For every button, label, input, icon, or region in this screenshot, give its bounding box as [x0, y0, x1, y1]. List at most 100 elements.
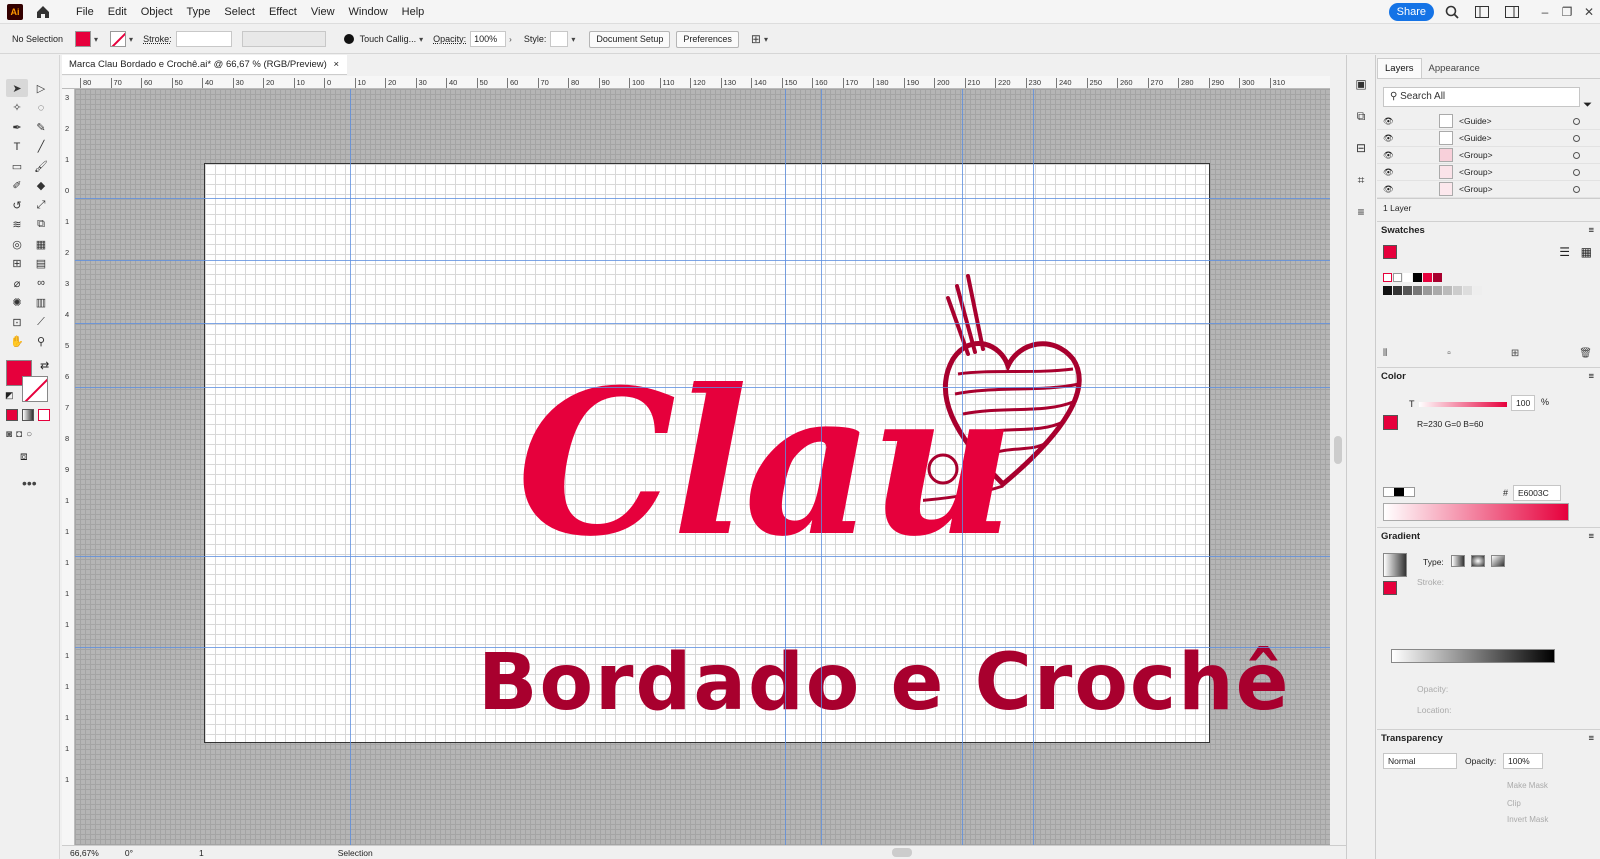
vertical-scrollbar[interactable] — [1330, 76, 1346, 845]
horizontal-scrollbar-thumb[interactable] — [892, 848, 912, 857]
menu-type[interactable]: Type — [180, 0, 218, 24]
stroke-swatch[interactable] — [22, 376, 48, 402]
transparency-panel-header[interactable]: Transparency ≡ — [1377, 729, 1600, 747]
type-tool-icon[interactable]: T — [6, 138, 28, 156]
align-icon[interactable]: ⊞ — [751, 32, 761, 46]
swatch-none[interactable] — [1383, 273, 1392, 282]
horizontal-guide[interactable] — [75, 647, 1330, 648]
scale-tool-icon[interactable]: ⤢ — [30, 196, 52, 214]
swatch-gray[interactable] — [1423, 286, 1432, 295]
eraser-tool-icon[interactable]: ◆ — [30, 177, 52, 195]
freeform-gradient-icon[interactable] — [1491, 555, 1505, 567]
restore-icon[interactable]: ❐ — [1556, 5, 1578, 19]
menu-file[interactable]: File — [69, 0, 101, 24]
gradient-fill-icon[interactable] — [1383, 581, 1397, 595]
gradient-panel-header[interactable]: Gradient ≡ — [1377, 527, 1600, 545]
tab-appearance[interactable]: Appearance — [1422, 59, 1487, 78]
vertical-guide[interactable] — [350, 89, 351, 845]
new-color-group-icon[interactable]: ▫ — [1447, 348, 1451, 359]
menu-lines-icon[interactable]: ≡ — [1352, 203, 1370, 221]
menu-select[interactable]: Select — [217, 0, 262, 24]
mesh-tool-icon[interactable]: ⊞ — [6, 255, 28, 273]
chevron-down-icon[interactable]: ▾ — [764, 35, 768, 44]
horizontal-guide[interactable] — [75, 198, 1330, 199]
menu-object[interactable]: Object — [134, 0, 180, 24]
delete-swatch-icon[interactable]: 🗑 — [1579, 348, 1592, 359]
swatch-gray[interactable] — [1473, 286, 1482, 295]
chevron-down-icon[interactable]: ▾ — [94, 35, 98, 44]
swatch-gray[interactable] — [1393, 286, 1402, 295]
linear-gradient-icon[interactable] — [1451, 555, 1465, 567]
stroke-weight-field[interactable] — [175, 31, 232, 47]
draw-behind-icon[interactable]: ◘ — [16, 429, 22, 440]
swatch-red[interactable] — [1423, 273, 1432, 282]
panel-menu-icon[interactable]: ≡ — [1588, 733, 1594, 744]
chevron-down-icon[interactable]: ▾ — [571, 35, 575, 44]
pen-tool-icon[interactable]: ✒ — [6, 118, 28, 136]
none-mode-icon[interactable] — [38, 409, 50, 421]
paintbrush-tool-icon[interactable]: 🖌 — [30, 157, 52, 175]
visibility-icon[interactable]: 👁 — [1383, 167, 1397, 178]
current-tool-status[interactable]: Selection — [336, 848, 375, 858]
shape-builder-tool-icon[interactable]: ◎ — [6, 235, 28, 253]
layer-row[interactable]: 👁 <Group> — [1377, 164, 1600, 181]
slice-tool-icon[interactable]: ⟋ — [30, 313, 52, 331]
fill-color-swatch[interactable] — [75, 31, 92, 47]
arrange-documents-icon[interactable] — [1474, 4, 1490, 20]
swatch-white[interactable] — [1403, 273, 1412, 282]
vertical-guide[interactable] — [785, 89, 786, 845]
document-setup-button[interactable]: Document Setup — [589, 30, 671, 48]
artboard-number[interactable]: 1 — [197, 848, 206, 858]
warp-tool-icon[interactable]: ≋ — [6, 216, 28, 234]
layer-row[interactable]: 👁 <Group> — [1377, 147, 1600, 164]
magic-wand-tool-icon[interactable]: ✧ — [6, 99, 28, 117]
hex-field[interactable]: E6003C — [1513, 485, 1561, 501]
gradient-slider[interactable] — [1391, 649, 1555, 663]
panel-menu-icon[interactable]: ≡ — [1588, 225, 1594, 236]
color-panel-header[interactable]: Color ≡ — [1377, 367, 1600, 385]
gradient-mode-icon[interactable] — [22, 409, 34, 421]
vertical-ruler[interactable]: 3 2 1 0 1 2 3 4 5 6 7 8 9 1 1 1 1 1 1 1 1 1 1 — [62, 89, 75, 845]
default-fill-stroke-icon[interactable]: ◩ — [5, 390, 14, 401]
chevron-down-icon[interactable]: ▾ — [129, 35, 133, 44]
horizontal-ruler[interactable]: 80 70 60 50 40 30 20 10 0 10 20 30 40 50 60 70 80 90 100 11… — [62, 76, 1330, 89]
color-spectrum[interactable] — [1383, 503, 1569, 521]
swatch-gray[interactable] — [1413, 286, 1422, 295]
swatch-registration[interactable] — [1393, 273, 1402, 282]
vertical-guide[interactable] — [821, 89, 822, 845]
artboard-tool-icon[interactable]: ⊡ — [6, 313, 28, 331]
rotation-angle[interactable]: 0° — [123, 848, 135, 858]
swatch-libraries-icon[interactable]: ⫴ — [1383, 348, 1387, 359]
draw-inside-icon[interactable]: ○ — [26, 429, 32, 440]
menu-window[interactable]: Window — [342, 0, 395, 24]
minimize-icon[interactable]: – — [1534, 5, 1556, 19]
opacity-label[interactable]: Opacity: — [433, 34, 466, 44]
swatch-gray[interactable] — [1463, 286, 1472, 295]
vertical-guide[interactable] — [1033, 89, 1034, 845]
none-black-white-swatches[interactable] — [1383, 487, 1415, 497]
tint-value-field[interactable]: 100 — [1511, 395, 1535, 411]
swatch-gray[interactable] — [1403, 286, 1412, 295]
invert-mask-checkbox[interactable]: Invert Mask — [1507, 815, 1548, 824]
rectangle-tool-icon[interactable]: ▭ — [6, 157, 28, 175]
preferences-button[interactable]: Preferences — [676, 30, 739, 48]
list-view-icon[interactable]: ☰ — [1559, 245, 1570, 259]
gradient-tool-icon[interactable]: ▤ — [30, 255, 52, 273]
screen-mode-icon[interactable]: ⧈ — [20, 449, 28, 464]
share-button[interactable]: Share — [1388, 3, 1434, 21]
curvature-tool-icon[interactable]: ✎ — [30, 118, 52, 136]
target-icon[interactable] — [1573, 117, 1580, 125]
swatch-fill-preview[interactable] — [1383, 245, 1397, 259]
home-icon[interactable] — [35, 4, 51, 20]
menu-help[interactable]: Help — [395, 0, 432, 24]
target-icon[interactable] — [1573, 168, 1580, 176]
gradient-preview[interactable] — [1383, 553, 1407, 577]
lasso-tool-icon[interactable]: ◌ — [30, 99, 52, 117]
brush-definition[interactable]: Touch Callig... — [360, 34, 417, 44]
blend-mode-select[interactable]: Normal — [1383, 753, 1457, 769]
column-graph-tool-icon[interactable]: ▥ — [30, 294, 52, 312]
new-swatch-icon[interactable]: ⊞ — [1511, 348, 1519, 359]
swatch-dark-red[interactable] — [1433, 273, 1442, 282]
visibility-icon[interactable]: 👁 — [1383, 184, 1397, 195]
graphic-style-swatch[interactable] — [550, 31, 569, 47]
